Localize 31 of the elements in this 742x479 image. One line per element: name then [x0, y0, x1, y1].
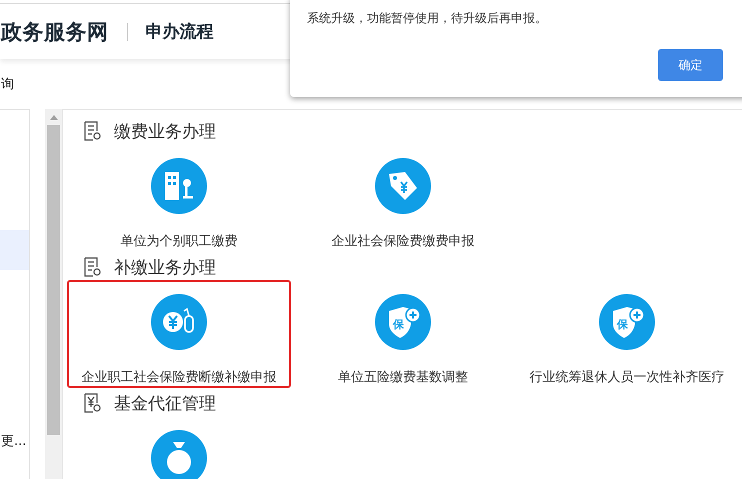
document-gear-icon: [82, 121, 102, 141]
scrollbar-thumb[interactable]: [47, 125, 60, 435]
service-label: 单位为个别职工缴费: [120, 233, 238, 250]
scroll-up-icon[interactable]: [50, 115, 58, 120]
document-gear-icon: [82, 393, 102, 413]
site-title: 政务服务网: [0, 18, 108, 46]
service-tile[interactable]: 企业社会保险费缴费申报: [291, 144, 515, 252]
service-tile[interactable]: 单位为个别职工缴费: [67, 144, 291, 252]
scrollbar[interactable]: [45, 109, 62, 479]
shield-badge-text: 保: [617, 318, 628, 331]
sidebar-item[interactable]: [0, 230, 29, 270]
service-tile[interactable]: 保 行业统筹退休人员一次性补齐医疗: [515, 280, 739, 388]
document-gear-icon: [82, 257, 102, 277]
section-title: 基金代征管理: [114, 392, 216, 414]
service-label: 企业社会保险费缴费申报: [332, 233, 474, 250]
service-tile[interactable]: 企业职工社会保险费断缴补缴申报: [67, 280, 291, 388]
yen-coin-tag-icon: [151, 294, 207, 350]
dialog-message: 系统升级，功能暂停使用，待升级后再申报。: [307, 10, 548, 27]
building-key-icon: [151, 158, 207, 214]
shield-badge-text: 保: [393, 318, 404, 331]
sidebar-item[interactable]: 更...: [1, 432, 29, 452]
nav-tab[interactable]: 询: [1, 75, 14, 93]
section-title: 缴费业务办理: [114, 120, 216, 142]
service-label: 单位五险缴费基数调整: [338, 369, 468, 386]
service-label: 企业职工社会保险费断缴补缴申报: [82, 369, 276, 386]
price-tag-icon: [375, 158, 431, 214]
section-title: 补缴业务办理: [114, 256, 216, 278]
page-title: 申办流程: [146, 21, 214, 43]
ok-button[interactable]: 确定: [658, 49, 723, 81]
service-label: 行业统筹退休人员一次性补齐医疗: [530, 369, 724, 386]
service-tile[interactable]: 保 单位五险缴费基数调整: [291, 280, 515, 388]
